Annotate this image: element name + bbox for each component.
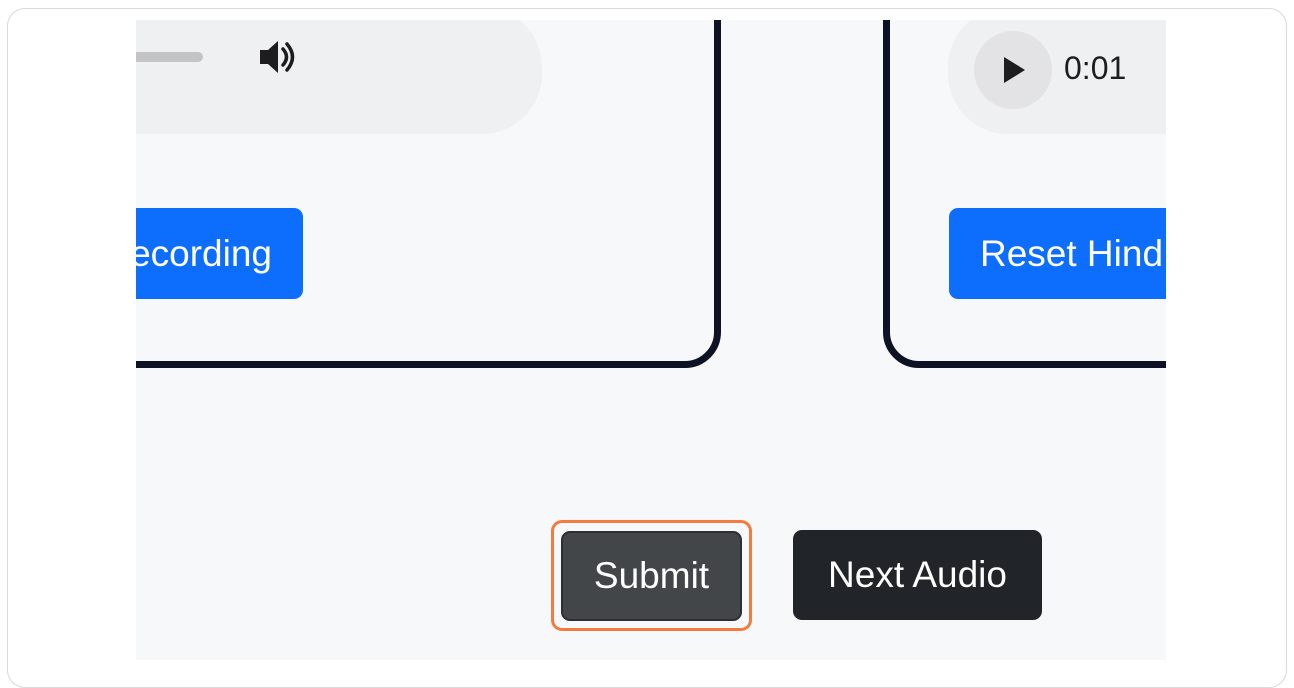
audio-progress-bar[interactable] (136, 52, 203, 62)
audio-player-left[interactable] (136, 20, 542, 134)
play-icon (1004, 57, 1025, 83)
play-button[interactable] (974, 31, 1052, 109)
page-viewport: 0:01 ecording Reset Hind Submit Next Aud… (136, 20, 1166, 660)
volume-icon[interactable] (258, 37, 300, 77)
submit-button[interactable]: Submit (561, 531, 742, 621)
audio-time: 0:01 (1064, 50, 1127, 86)
submit-highlight: Submit (551, 520, 752, 631)
next-audio-button[interactable]: Next Audio (793, 530, 1042, 620)
reset-button[interactable]: Reset Hind (949, 208, 1166, 299)
recording-button[interactable]: ecording (136, 208, 303, 299)
